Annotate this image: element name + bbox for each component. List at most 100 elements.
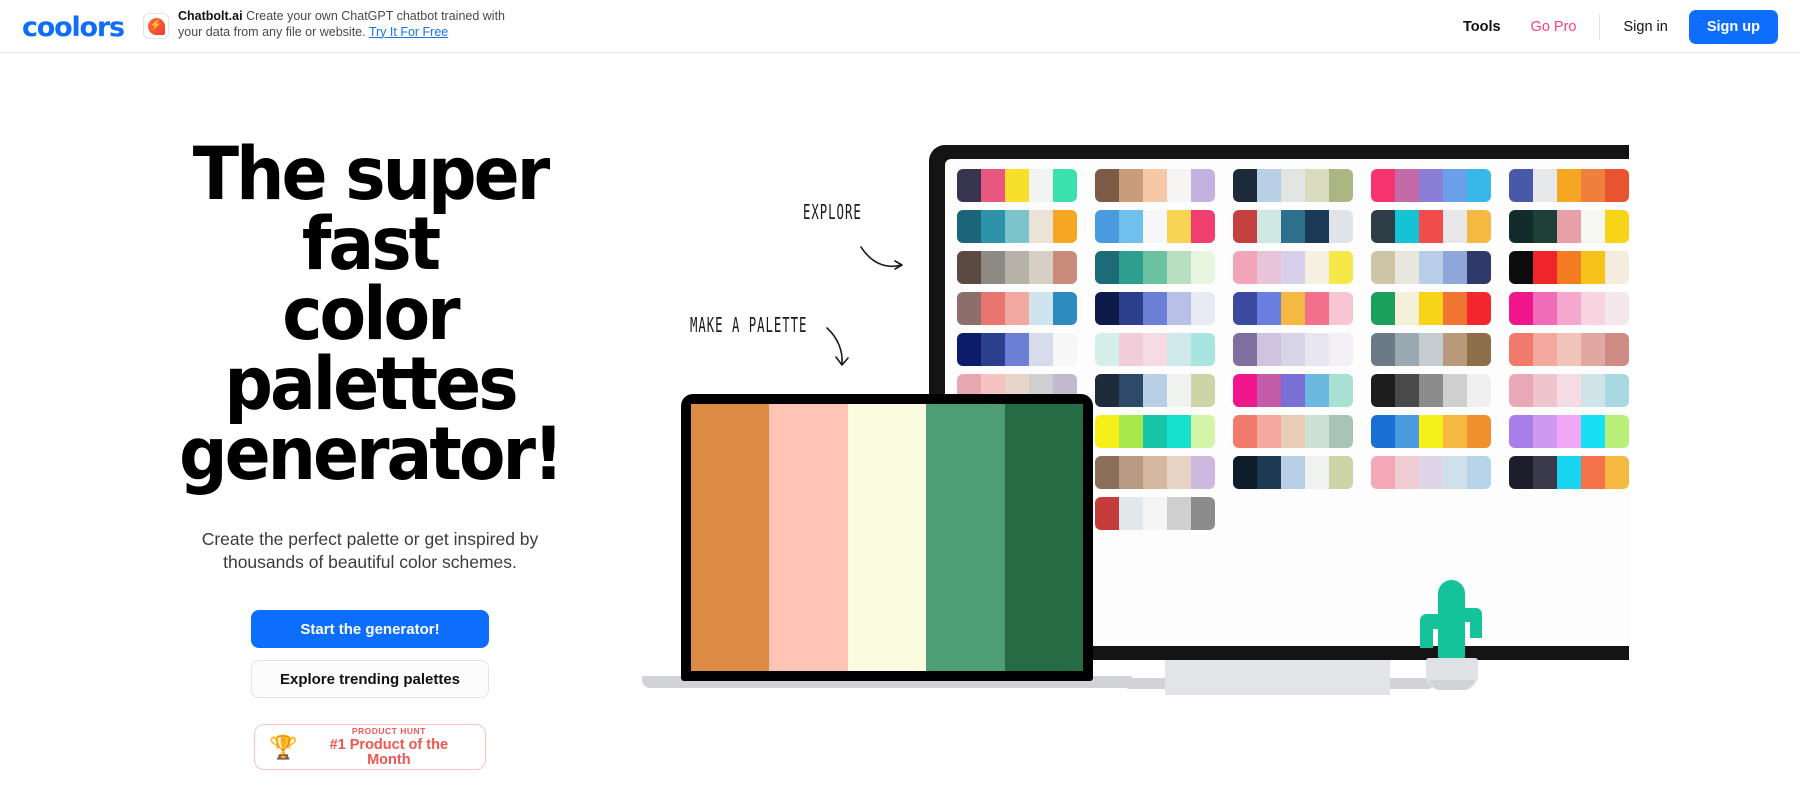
palette-swatch <box>1053 169 1077 202</box>
palette-swatch <box>1167 251 1191 284</box>
palette-swatch <box>1233 415 1257 448</box>
palette-card[interactable] <box>1233 415 1353 448</box>
palette-swatch <box>1557 415 1581 448</box>
palette-card[interactable] <box>1509 169 1629 202</box>
palette-card[interactable] <box>957 292 1077 325</box>
product-hunt-badge[interactable]: 🏆 PRODUCT HUNT #1 Product of the Month <box>254 724 486 770</box>
explore-trending-button[interactable]: Explore trending palettes <box>251 660 489 698</box>
palette-card[interactable] <box>1233 292 1353 325</box>
palette-swatch <box>1281 251 1305 284</box>
palette-swatch <box>1167 415 1191 448</box>
main-nav: Tools Go Pro Sign in Sign up <box>1448 0 1778 53</box>
palette-swatch <box>1557 374 1581 407</box>
palette-swatch <box>1119 210 1143 243</box>
palette-card[interactable] <box>1095 210 1215 243</box>
palette-swatch <box>1281 169 1305 202</box>
palette-card[interactable] <box>1371 456 1491 489</box>
palette-swatch <box>1443 333 1467 366</box>
palette-card[interactable] <box>1233 169 1353 202</box>
palette-card[interactable] <box>957 169 1077 202</box>
palette-card[interactable] <box>1233 251 1353 284</box>
palette-swatch <box>1191 210 1215 243</box>
palette-card[interactable] <box>1095 251 1215 284</box>
palette-swatch <box>1581 169 1605 202</box>
palette-swatch <box>1419 415 1443 448</box>
palette-swatch <box>1557 169 1581 202</box>
palette-swatch <box>1257 169 1281 202</box>
palette-swatch <box>1191 456 1215 489</box>
palette-swatch <box>1167 169 1191 202</box>
palette-card[interactable] <box>1371 210 1491 243</box>
palette-swatch <box>1095 456 1119 489</box>
start-generator-button[interactable]: Start the generator! <box>251 610 489 648</box>
palette-swatch <box>1119 415 1143 448</box>
palette-swatch <box>1119 333 1143 366</box>
palette-card[interactable] <box>1095 292 1215 325</box>
palette-card[interactable] <box>1509 374 1629 407</box>
palette-swatch <box>1305 292 1329 325</box>
palette-card[interactable] <box>1371 415 1491 448</box>
palette-swatch <box>1305 456 1329 489</box>
palette-card[interactable] <box>1233 333 1353 366</box>
palette-card[interactable] <box>1509 415 1629 448</box>
chatbolt-logo-icon: ⚡ <box>143 13 169 39</box>
palette-card[interactable] <box>957 210 1077 243</box>
palette-swatch <box>1467 210 1491 243</box>
palette-card[interactable] <box>1095 415 1215 448</box>
palette-swatch <box>1257 210 1281 243</box>
palette-swatch <box>1419 374 1443 407</box>
palette-card[interactable] <box>1095 497 1215 530</box>
palette-swatch <box>1167 292 1191 325</box>
palette-swatch <box>1143 251 1167 284</box>
palette-card[interactable] <box>1371 333 1491 366</box>
palette-swatch <box>1119 374 1143 407</box>
palette-swatch <box>1605 374 1629 407</box>
nav-go-pro[interactable]: Go Pro <box>1516 19 1592 35</box>
palette-card[interactable] <box>1233 374 1353 407</box>
palette-card[interactable] <box>1371 374 1491 407</box>
palette-card[interactable] <box>1233 456 1353 489</box>
palette-card[interactable] <box>1371 251 1491 284</box>
palette-card[interactable] <box>1509 292 1629 325</box>
palette-swatch <box>981 169 1005 202</box>
palette-swatch <box>1605 169 1629 202</box>
palette-card[interactable] <box>1233 210 1353 243</box>
palette-swatch <box>981 251 1005 284</box>
palette-swatch <box>1467 333 1491 366</box>
palette-swatch <box>1395 456 1419 489</box>
laptop-palette-swatch <box>847 404 927 671</box>
sponsor-banner[interactable]: ⚡ Chatbolt.ai Create your own ChatGPT ch… <box>143 9 508 40</box>
palette-card[interactable] <box>1509 210 1629 243</box>
palette-swatch <box>1329 169 1353 202</box>
palette-card[interactable] <box>1509 251 1629 284</box>
palette-swatch <box>1371 169 1395 202</box>
palette-card[interactable] <box>1371 169 1491 202</box>
palette-card[interactable] <box>1095 456 1215 489</box>
palette-swatch <box>1395 415 1419 448</box>
palette-card[interactable] <box>957 251 1077 284</box>
palette-card[interactable] <box>1095 374 1215 407</box>
palette-swatch <box>1395 333 1419 366</box>
palette-swatch <box>1143 210 1167 243</box>
palette-swatch <box>1143 169 1167 202</box>
nav-tools[interactable]: Tools <box>1448 19 1516 35</box>
palette-card[interactable] <box>1509 333 1629 366</box>
palette-swatch <box>1443 456 1467 489</box>
sponsor-cta-link[interactable]: Try It For Free <box>369 25 448 39</box>
palette-card[interactable] <box>1095 169 1215 202</box>
sponsor-name: Chatbolt.ai <box>178 9 243 23</box>
laptop-screen-palette <box>691 404 1083 671</box>
palette-swatch <box>1191 497 1215 530</box>
palette-swatch <box>1443 210 1467 243</box>
palette-card[interactable] <box>1095 333 1215 366</box>
coolors-logo[interactable]: coolors <box>22 12 125 43</box>
nav-sign-up-button[interactable]: Sign up <box>1688 9 1778 44</box>
sponsor-text: Chatbolt.ai Create your own ChatGPT chat… <box>178 9 508 40</box>
site-header: coolors ⚡ Chatbolt.ai Create your own Ch… <box>0 0 1800 53</box>
palette-card[interactable] <box>957 333 1077 366</box>
palette-card[interactable] <box>1509 456 1629 489</box>
palette-swatch <box>1467 415 1491 448</box>
palette-card[interactable] <box>1371 292 1491 325</box>
nav-sign-in[interactable]: Sign in <box>1608 19 1682 35</box>
palette-swatch <box>1143 374 1167 407</box>
